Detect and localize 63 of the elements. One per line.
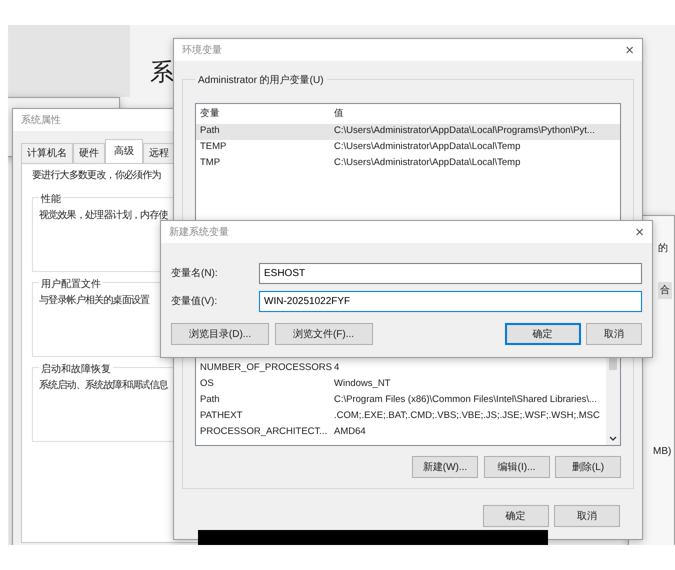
variable-name: TMP — [200, 156, 222, 170]
variable-name: Path — [200, 392, 221, 407]
variable-value: C:\Users\Administrator\AppData\Local\Programs\Python\Pyt... — [334, 124, 595, 138]
column-header[interactable]: 变量 — [200, 107, 334, 122]
list-action-button[interactable]: 新建(W)... — [412, 456, 478, 478]
variable-value: AMD64 — [334, 424, 366, 439]
list-row[interactable]: PATHEXT .COM;.EXE;.BAT;.CMD;.VBS;.VBE;.JS;.JSE;.WSF;.WSH;.MSC — [196, 408, 604, 424]
background-text: 的 — [658, 242, 668, 256]
tab[interactable]: 硬件 — [73, 143, 105, 163]
intro-text: 要进行大多数更改，你必须作为 — [32, 168, 162, 183]
variable-name: TEMP — [200, 140, 228, 154]
column-header[interactable]: 值 — [334, 107, 344, 122]
close-button[interactable]: × — [635, 224, 644, 240]
variable-value: .COM;.EXE;.BAT;.CMD;.VBS;.VBE;.JS;.JSE;.WSF;.WSH;.MSC — [334, 408, 600, 423]
tab[interactable]: 计算机名 — [21, 143, 73, 163]
dialog-button[interactable]: 浏览文件(F)... — [274, 323, 372, 345]
scrollbar[interactable] — [606, 358, 620, 445]
list-row[interactable]: Path C:\Program Files (x86)\Common Files\Intel\Shared Libraries\... — [196, 392, 604, 408]
dialog-button[interactable]: 确定 — [482, 505, 548, 527]
variable-value: C:\Program Files (x86)\Common Files\Intel\Shared Libraries\... — [334, 392, 597, 407]
group-label: 性能 — [39, 194, 63, 205]
list-row[interactable]: TMP C:\Users\Administrator\AppData\Local\Temp — [196, 156, 620, 172]
background-text: MB) — [653, 445, 672, 459]
dialog-button[interactable]: 取消 — [554, 505, 620, 527]
window-title: 新建系统变量 — [169, 226, 229, 240]
close-button[interactable]: × — [625, 42, 634, 58]
field-label: 变量名(N): — [171, 266, 219, 281]
variable-value: Windows_NT — [334, 376, 390, 391]
list-row[interactable]: Path C:\Users\Administrator\AppData\Local\Programs\Python\Pyt... — [196, 124, 620, 140]
variable-name: NUMBER_OF_PROCESSORS — [200, 360, 333, 375]
group-label: 用户配置文件 — [39, 279, 103, 290]
field-label: 变量值(V): — [171, 294, 218, 309]
variable-value: C:\Users\Administrator\AppData\Local\Temp — [334, 140, 520, 154]
list-row[interactable]: NUMBER_OF_PROCESSORS 4 — [196, 360, 604, 376]
background-text: 合 — [658, 282, 672, 299]
variable-value: 4 — [334, 360, 340, 375]
group-text: 与登录帐户相关的桌面设置 — [39, 294, 150, 308]
group-text: 系统启动、系统故障和调试信息 — [39, 378, 168, 392]
group-label: Administrator 的用户变量(U) — [195, 75, 327, 86]
variable-value: C:\Users\Administrator\AppData\Local\Temp — [334, 156, 520, 170]
tab[interactable]: 高级 — [105, 139, 143, 163]
variable-name: OS — [200, 376, 215, 391]
variable-name: PROCESSOR_ARCHITECT... — [200, 424, 328, 439]
window-title: 环境变量 — [182, 44, 222, 58]
scroll-down-icon[interactable] — [609, 436, 617, 441]
list-row[interactable]: OS Windows_NT — [196, 376, 604, 392]
dialog-button[interactable]: 浏览目录(D)... — [171, 323, 269, 345]
variable-name: Path — [200, 124, 221, 138]
scrollbar-thumb[interactable] — [609, 358, 617, 370]
variable-name: PATHEXT — [200, 408, 244, 423]
group-label: 启动和故障恢复 — [39, 364, 113, 375]
input-field[interactable]: ESHOST — [259, 263, 642, 284]
list-action-button[interactable]: 编辑(I)... — [484, 456, 550, 478]
window-title: 系统属性 — [21, 114, 61, 128]
group-text: 视觉效果，处理器计划，内存使 — [39, 208, 168, 222]
list-row[interactable]: PROCESSOR_ARCHITECT... AMD64 — [196, 424, 604, 440]
tab[interactable]: 远程 — [143, 143, 175, 163]
dialog-button[interactable]: 取消 — [586, 323, 642, 345]
background-heading: 系 — [150, 58, 174, 88]
input-field[interactable]: WIN-20251022FYF — [259, 291, 642, 312]
list-action-button[interactable]: 删除(L) — [555, 456, 621, 478]
dialog-button[interactable]: 确定 — [504, 323, 580, 345]
list-row[interactable]: TEMP C:\Users\Administrator\AppData\Local\Temp — [196, 140, 620, 156]
